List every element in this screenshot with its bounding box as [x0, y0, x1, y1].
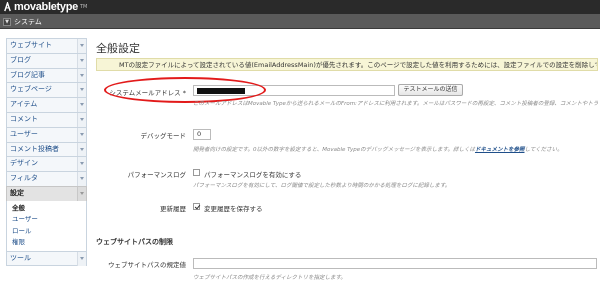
submenu-item-roles[interactable]: ロール: [12, 226, 86, 238]
send-test-email-button[interactable]: テストメールの送信: [398, 84, 463, 96]
chevron-down-icon[interactable]: [77, 142, 86, 157]
sidebar-item-design[interactable]: デザイン: [6, 156, 87, 172]
debug-hint-tail: してください。: [524, 147, 563, 153]
revision-history-label: 更新履歴: [160, 205, 186, 213]
performance-log-checkbox-label[interactable]: パフォーマンスログを有効にする: [204, 169, 301, 179]
sidebar-item-filters[interactable]: フィルタ: [6, 171, 87, 186]
chevron-down-icon[interactable]: [77, 127, 86, 142]
website-path-label: ウェブサイトパスの規定値: [108, 261, 186, 269]
sidebar-item-label: ウェブページ: [10, 85, 52, 94]
chevron-down-icon[interactable]: [77, 251, 86, 266]
chevron-down-icon[interactable]: [77, 68, 86, 83]
website-path-field[interactable]: [193, 258, 597, 269]
sidebar-item-label: コメント: [10, 114, 38, 123]
brand-trademark: TM: [79, 4, 88, 10]
sidebar-item-commenters[interactable]: コメント投稿者: [6, 141, 87, 157]
logo-mark-icon: [4, 2, 11, 12]
sidebar-item-tools[interactable]: ツール: [6, 250, 87, 266]
config-override-notice: MTの設定ファイルによって設定されている値(EmailAddressMain)が…: [96, 58, 598, 71]
sidebar-item-label: ユーザー: [10, 129, 38, 138]
page-title: 全般設定: [96, 42, 140, 55]
brand-name: movabletype: [14, 1, 78, 13]
scope-label: システム: [14, 18, 42, 26]
revision-history-checkbox[interactable]: [193, 203, 200, 210]
scope-bar: ▼ システム: [0, 14, 600, 29]
movabletype-logo[interactable]: movabletype TM: [3, 1, 87, 13]
sidebar-item-label: ウェブサイト: [10, 41, 52, 49]
chevron-down-icon[interactable]: [77, 39, 86, 53]
sidebar-item-label: ブログ記事: [10, 70, 45, 79]
sidebar-item-label: コメント投稿者: [10, 144, 59, 153]
submenu-item-users[interactable]: ユーザー: [12, 214, 86, 226]
debug-mode-label: デバッグモード: [140, 132, 187, 140]
sidebar-item-label: アイテム: [10, 100, 38, 109]
chevron-down-icon[interactable]: [77, 112, 86, 127]
performance-log-checkbox[interactable]: [193, 169, 200, 176]
sidebar-item-label: フィルタ: [10, 174, 38, 183]
scope-toggle-icon[interactable]: ▼: [3, 18, 11, 26]
scope-selector[interactable]: ▼ システム: [3, 17, 42, 27]
sidebar-item-websites[interactable]: ウェブサイト: [6, 38, 87, 53]
revision-history-checkbox-label[interactable]: 変更履歴を保存する: [204, 203, 263, 213]
sidebar-item-entries[interactable]: ブログ記事: [6, 67, 87, 83]
sidebar-item-label: デザイン: [10, 159, 38, 168]
top-bar: movabletype TM: [0, 0, 600, 14]
documentation-link[interactable]: ドキュメントを参照: [475, 147, 525, 153]
submenu-item-general[interactable]: 全般: [12, 203, 86, 215]
sidebar-item-blogs[interactable]: ブログ: [6, 52, 87, 68]
sidebar-nav: ウェブサイト ブログ ブログ記事 ウェブページ アイテム コメント ユーザー コ…: [6, 38, 87, 266]
chevron-down-icon[interactable]: [77, 157, 86, 172]
submenu-item-permissions[interactable]: 権限: [12, 237, 86, 249]
chevron-down-icon[interactable]: [77, 53, 86, 68]
sidebar-item-label: ブログ: [10, 55, 31, 64]
sidebar-item-label: ツール: [10, 253, 31, 262]
debug-mode-field[interactable]: 0: [193, 129, 211, 140]
chevron-down-icon[interactable]: [77, 186, 86, 201]
sidebar-item-pages[interactable]: ウェブページ: [6, 82, 87, 98]
website-path-section-title: ウェブサイトパスの制限: [96, 238, 173, 246]
chevron-down-icon[interactable]: [77, 172, 86, 186]
performance-log-label: パフォーマンスログ: [127, 171, 186, 179]
sidebar-item-assets[interactable]: アイテム: [6, 97, 87, 112]
debug-hint-text: 開発者向けの設定です。0以外の数字を設定すると、Movable Typeのデバッ…: [193, 147, 475, 153]
chevron-down-icon[interactable]: [77, 98, 86, 112]
sidebar-item-label: 設定: [10, 188, 24, 197]
debug-mode-hint: 開発者向けの設定です。0以外の数字を設定すると、Movable Typeのデバッ…: [193, 145, 563, 153]
sidebar-item-settings[interactable]: 設定: [6, 185, 87, 201]
chevron-down-icon[interactable]: [77, 83, 86, 98]
sidebar-item-comments[interactable]: コメント: [6, 111, 87, 127]
website-path-hint: ウェブサイトパスの作成を行えるディレクトリを指定します。: [193, 275, 346, 281]
settings-submenu: 全般 ユーザー ロール 権限: [6, 200, 87, 251]
performance-log-hint: パフォーマンスログを有効にして、ログ閾値で設定した秒数より時間のかかる処理をログ…: [193, 183, 451, 189]
sidebar-item-users[interactable]: ユーザー: [6, 126, 87, 142]
email-hint: このメールアドレスはMovable Typeから送られるメールのFrom:アドレ…: [193, 101, 598, 107]
